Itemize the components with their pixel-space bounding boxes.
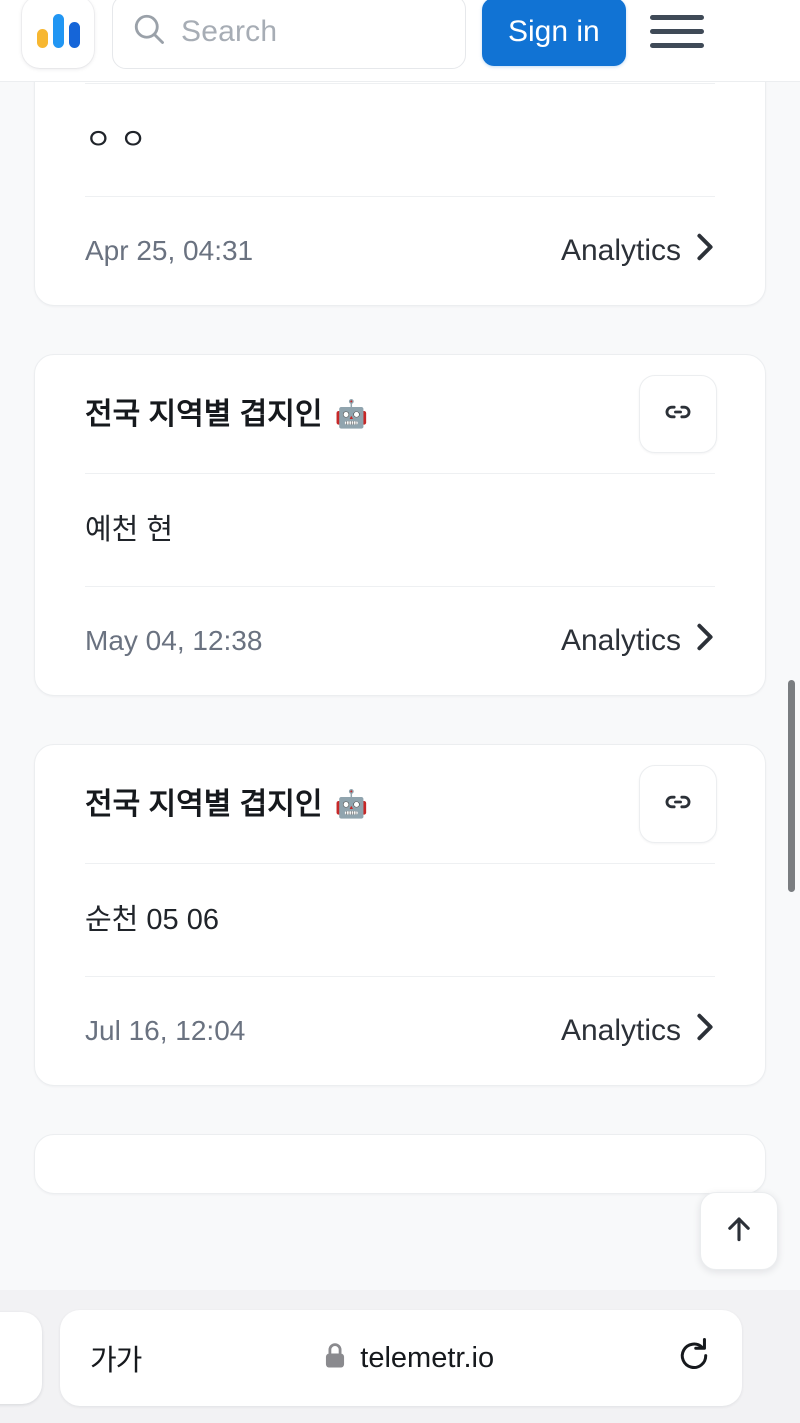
hamburger-menu-icon[interactable] [649, 8, 704, 56]
chevron-right-icon [695, 232, 715, 270]
post-card-footer: Jul 16, 12:04 Analytics [37, 977, 763, 1085]
link-icon [661, 395, 695, 434]
analytics-link[interactable]: Analytics [561, 1012, 715, 1050]
address-bar[interactable]: 가가 telemetr.io [60, 1310, 742, 1406]
search-input-placeholder: Search [181, 14, 278, 48]
post-card-header: 전국 지역별 겹지인 🤖 [37, 745, 763, 863]
copy-link-button[interactable] [639, 375, 717, 453]
lock-icon [323, 1342, 347, 1375]
vertical-scrollbar[interactable] [788, 680, 795, 892]
burger-line-2 [649, 29, 704, 34]
search-icon [131, 11, 167, 52]
robot-icon: 🤖 [334, 788, 369, 819]
post-card-title-row: 전국 지역별 겹지인 🤖 [85, 395, 368, 434]
burger-line-1 [649, 15, 704, 20]
post-card-title: 전국 지역별 겹지인 [85, 397, 323, 431]
analytics-link[interactable]: Analytics [561, 232, 715, 270]
post-card-body: 예천 현 [85, 513, 174, 546]
browser-toolbar: 가가 telemetr.io [0, 1290, 800, 1423]
copy-link-button[interactable] [639, 765, 717, 843]
post-card-footer: May 04, 12:38 Analytics [37, 587, 763, 695]
post-card[interactable]: 전국 지역별 겹지인 🤖 순천 05 06 Jul 16, 12:04 Anal… [34, 744, 766, 1086]
post-card-partial[interactable] [34, 1134, 766, 1194]
text-size-button[interactable]: 가가 [90, 1337, 142, 1379]
post-card[interactable]: 전국 지역별 겹지인 🤖 예천 현 May 04, 12:38 Analytic… [34, 354, 766, 696]
adjacent-tab-preview[interactable] [0, 1312, 42, 1404]
post-card-body: ㅇ ㅇ [85, 123, 147, 156]
post-card-header: 전국 지역별 겹지인 🤖 [37, 355, 763, 473]
logo-bar-darkblue-icon [68, 21, 80, 48]
post-timestamp: Apr 25, 04:31 [85, 235, 254, 266]
logo-bar-yellow-icon [36, 28, 48, 48]
search-box[interactable]: Search [112, 0, 466, 69]
browser-viewport: Search Sign in ㅇ ㅇ Apr 25, 04:31 Analyti… [0, 0, 800, 1423]
site-logo[interactable] [22, 0, 94, 68]
post-card-title: 전국 지역별 겹지인 [85, 787, 323, 821]
post-timestamp: May 04, 12:38 [85, 625, 263, 656]
post-card-body: 순천 05 06 [85, 903, 219, 936]
chevron-right-icon [695, 622, 715, 660]
analytics-label: Analytics [560, 1014, 681, 1047]
post-feed: ㅇ ㅇ Apr 25, 04:31 Analytics 전국 지역별 겹지인 🤖… [0, 0, 800, 1423]
analytics-label: Analytics [560, 624, 681, 657]
reload-icon[interactable] [676, 1337, 712, 1380]
post-card-title-row: 전국 지역별 겹지인 🤖 [85, 785, 368, 824]
url-text: telemetr.io [360, 1341, 495, 1374]
analytics-label: Analytics [560, 234, 681, 267]
scroll-to-top-button[interactable] [700, 1192, 778, 1270]
chevron-right-icon [695, 1012, 715, 1050]
burger-line-3 [649, 43, 704, 48]
analytics-link[interactable]: Analytics [561, 622, 715, 660]
logo-bar-lightblue-icon [52, 13, 64, 48]
url-display: telemetr.io [141, 1342, 676, 1375]
post-card-footer: Apr 25, 04:31 Analytics [37, 197, 763, 305]
arrow-up-icon [722, 1212, 756, 1251]
site-header: Search Sign in [0, 0, 800, 82]
robot-icon: 🤖 [334, 398, 369, 429]
post-timestamp: Jul 16, 12:04 [85, 1015, 246, 1046]
sign-in-button[interactable]: Sign in [482, 0, 626, 66]
link-icon [661, 785, 695, 824]
